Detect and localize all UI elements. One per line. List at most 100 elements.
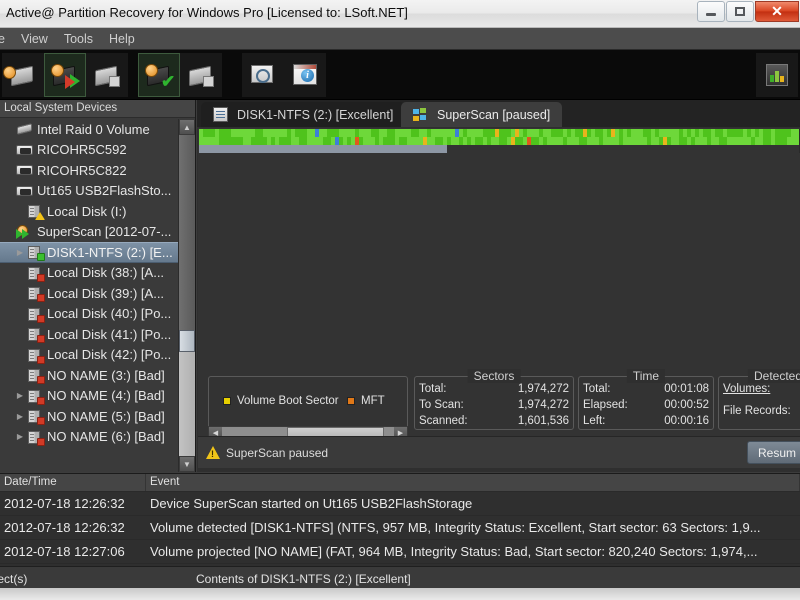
sidebar-item[interactable]: ▶ NO NAME (6:) [Bad]: [0, 427, 178, 448]
sidebar-item-label: DISK1-NTFS (2:) [E...: [47, 244, 173, 260]
volume-red-icon: [26, 326, 45, 344]
tab-disk1-ntfs[interactable]: DISK1-NTFS (2:) [Excellent]: [201, 102, 406, 127]
save-disk-button[interactable]: [86, 52, 128, 97]
scan-disk-button[interactable]: [2, 52, 44, 97]
info-icon: [289, 60, 321, 90]
volume-red-icon: [26, 408, 45, 426]
disk-floppy-icon: [185, 60, 217, 90]
status-objects-count: bject(s): [0, 572, 28, 586]
log-cell-datetime: 2012-07-18 12:27:06: [4, 544, 125, 559]
sidebar-item[interactable]: SuperScan [2012-07-...: [0, 222, 178, 243]
sidebar-item[interactable]: NO NAME (3:) [Bad]: [0, 365, 178, 386]
row-label: Total:: [419, 383, 447, 395]
sidebar-item-label: Local Disk (42:) [Po...: [47, 347, 172, 363]
sectors-row-scanned: Scanned: 1,601,536: [419, 415, 569, 427]
sidebar-item[interactable]: ▶ NO NAME (5:) [Bad]: [0, 406, 178, 427]
recover-button[interactable]: ✔: [138, 52, 180, 97]
row-label: Elapsed:: [583, 399, 628, 411]
minimize-button[interactable]: [697, 1, 725, 22]
tree-expander-icon[interactable]: ▶: [14, 412, 26, 421]
sidebar-item[interactable]: Local Disk (I:): [0, 201, 178, 222]
time-title: Time: [626, 369, 666, 383]
sidebar-item[interactable]: Ut165 USB2FlashSto...: [0, 181, 178, 202]
log-column-datetime[interactable]: Date/Time: [0, 474, 146, 491]
sectors-row-total: Total: 1,974,272: [419, 383, 569, 395]
scroll-track[interactable]: [179, 135, 195, 456]
legend-item-boot-sector: Volume Boot Sector: [223, 395, 339, 407]
row-value: 1,974,272: [517, 383, 569, 395]
sidebar-item[interactable]: ▶ DISK1-NTFS (2:) [E...: [0, 242, 178, 263]
sidebar-item[interactable]: Local Disk (38:) [A...: [0, 263, 178, 284]
row-label: File Records:: [723, 405, 791, 417]
tree-expander-icon[interactable]: ▶: [14, 391, 26, 400]
volumes-link[interactable]: Volumes:: [723, 383, 770, 395]
sidebar-item[interactable]: Local Disk (41:) [Po...: [0, 324, 178, 345]
resume-button[interactable]: Resum: [746, 441, 800, 464]
sidebar-item[interactable]: Intel Raid 0 Volume: [0, 119, 178, 140]
usb-icon: [16, 162, 34, 178]
sidebar-item-label: RICOHR5C822: [37, 162, 127, 178]
window-title: Active@ Partition Recovery for Windows P…: [6, 5, 408, 20]
legend-box: Volume Boot Sector MFT: [208, 376, 408, 430]
sidebar-item[interactable]: Local Disk (40:) [Po...: [0, 304, 178, 325]
log-row[interactable]: 2012-07-18 12:26:32 Device SuperScan star…: [0, 492, 800, 516]
sector-map-row: [199, 137, 800, 145]
backup-button[interactable]: [180, 52, 222, 97]
legend-item-mft: MFT: [347, 395, 385, 407]
scan-status-bar: SuperScan paused Resum: [198, 436, 800, 468]
sidebar-item-label: SuperScan [2012-07-...: [37, 224, 172, 240]
sidebar-item[interactable]: Local Disk (42:) [Po...: [0, 345, 178, 366]
scroll-up-arrow-icon[interactable]: ▲: [179, 119, 195, 135]
time-row-total: Total: 00:01:08: [583, 383, 709, 395]
quick-scan-button[interactable]: [44, 52, 86, 97]
device-tree[interactable]: Intel Raid 0 Volume RICOHR5C592 RICOHR5C82…: [0, 119, 178, 472]
log-column-event[interactable]: Event: [146, 474, 800, 491]
tree-expander-icon[interactable]: ▶: [14, 432, 26, 441]
blocks-icon: [413, 107, 428, 122]
volume-red-icon: [26, 388, 45, 405]
legend-label: Volume Boot Sector: [237, 395, 339, 407]
sidebar-item[interactable]: RICOHR5C822: [0, 160, 178, 181]
sidebar-item-label: NO NAME (4:) [Bad]: [47, 388, 165, 404]
log-row[interactable]: 2012-07-18 12:27:06 Volume projected [NO …: [0, 540, 800, 564]
log-body[interactable]: 2012-07-18 12:26:32 Device SuperScan star…: [0, 492, 800, 564]
sidebar-item-label: NO NAME (6:) [Bad]: [47, 429, 165, 445]
scroll-thumb[interactable]: [179, 330, 195, 352]
menu-item-help[interactable]: Help: [101, 30, 143, 48]
sector-map-row: [199, 129, 800, 137]
tree-expander-icon[interactable]: ▶: [14, 248, 26, 257]
menu-item-file[interactable]: e: [0, 30, 13, 48]
usb-icon: [16, 183, 34, 199]
sector-cell: [795, 137, 799, 145]
search-button[interactable]: [242, 52, 284, 97]
sidebar-item[interactable]: ▶ NO NAME (4:) [Bad]: [0, 386, 178, 407]
disk-save-icon: [91, 60, 123, 90]
window-bottom-edge: [0, 588, 800, 600]
chart-button[interactable]: [756, 52, 798, 97]
close-button[interactable]: ✕: [755, 1, 799, 22]
properties-button[interactable]: [284, 52, 326, 97]
log-cell-event: Volume detected [DISK1-NTFS] (NTFS, 957 …: [150, 520, 761, 535]
legend-swatch: [223, 397, 231, 405]
log-cell-event: Volume projected [NO NAME] (FAT, 964 MB,…: [150, 544, 758, 559]
legend-label: MFT: [361, 395, 385, 407]
row-value: 00:00:52: [664, 399, 709, 411]
sidebar-item[interactable]: RICOHR5C592: [0, 140, 178, 161]
detected-box: Detected Volumes: File Records:: [718, 369, 800, 430]
sector-map[interactable]: [199, 129, 800, 153]
disk-check-icon: ✔: [143, 60, 175, 90]
tree-vertical-scrollbar[interactable]: ▲ ▼: [178, 119, 195, 472]
time-row-elapsed: Elapsed: 00:00:52: [583, 399, 709, 411]
warning-icon: [206, 446, 220, 459]
sidebar-item-label: Local Disk (40:) [Po...: [47, 306, 172, 322]
window-controls: ✕: [697, 0, 800, 25]
minimize-icon: [706, 13, 716, 16]
maximize-button[interactable]: [726, 1, 754, 22]
sidebar-item[interactable]: Local Disk (39:) [A...: [0, 283, 178, 304]
scroll-down-arrow-icon[interactable]: ▼: [179, 456, 195, 472]
tab-superscan[interactable]: SuperScan [paused]: [401, 102, 563, 127]
menu-item-view[interactable]: View: [13, 30, 56, 48]
log-row[interactable]: 2012-07-18 12:26:32 Volume detected [DISK…: [0, 516, 800, 540]
sidebar-item-label: Local Disk (I:): [47, 203, 127, 219]
menu-item-tools[interactable]: Tools: [56, 30, 101, 48]
